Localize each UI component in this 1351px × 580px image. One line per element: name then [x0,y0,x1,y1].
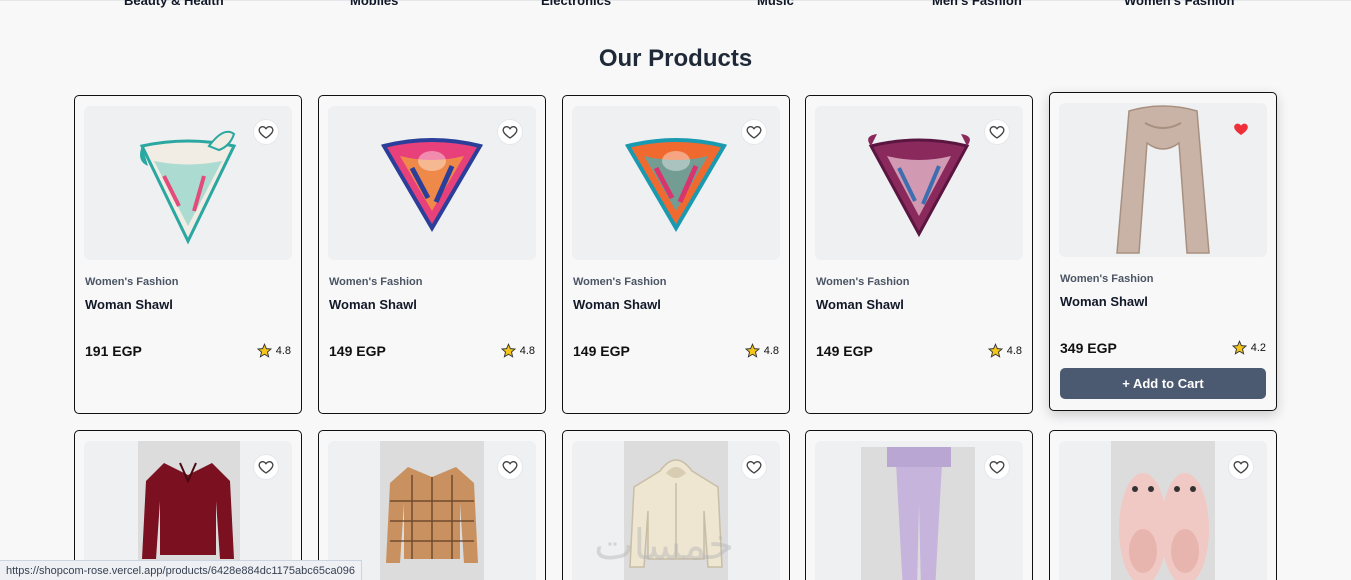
star-icon [1231,340,1247,355]
heart-outline-icon [1233,460,1249,474]
product-image[interactable] [84,106,292,260]
product-title[interactable]: Woman Shawl [1060,294,1148,309]
product-card[interactable]: Women's Fashion Woman Shawl 149 EGP 4.8 [805,95,1033,414]
product-price: 191 EGP [85,343,142,359]
product-card[interactable]: Women's Fashion Woman Shawl 191 EGP 4.8 [74,95,302,414]
favorite-button[interactable] [1229,117,1253,141]
product-price: 349 EGP [1060,340,1117,356]
favorite-button[interactable] [742,455,766,479]
category-link-womens-fashion[interactable]: Women's Fashion [1124,0,1234,8]
product-card[interactable]: Women's Fashion Woman Shawl 349 EGP 4.2 … [1049,92,1277,411]
rating-value: 4.8 [763,344,779,357]
heart-outline-icon [258,125,274,139]
product-card[interactable]: Women's Fashion Woman Shawl 149 EGP 4.8 [562,95,790,414]
product-title[interactable]: Woman Shawl [573,297,661,312]
category-link-mens-fashion[interactable]: Men's Fashion [932,0,1022,8]
product-rating: 4.8 [744,343,779,358]
product-title[interactable]: Woman Shawl [816,297,904,312]
favorite-button[interactable] [985,120,1009,144]
product-image[interactable] [815,106,1023,260]
heart-outline-icon [258,460,274,474]
rating-value: 4.8 [519,344,535,357]
product-image[interactable] [572,106,780,260]
product-rating: 4.2 [1231,340,1266,355]
star-icon [500,343,516,358]
product-category: Women's Fashion [85,276,179,288]
star-icon [987,343,1003,358]
product-image[interactable] [1059,441,1267,580]
rating-value: 4.8 [275,344,291,357]
product-category: Women's Fashion [573,276,667,288]
heart-filled-icon [1234,123,1248,135]
product-card[interactable] [1049,430,1277,580]
product-rating: 4.8 [256,343,291,358]
heart-outline-icon [989,460,1005,474]
favorite-button[interactable] [254,120,278,144]
star-icon [256,343,272,358]
favorite-button[interactable] [742,120,766,144]
product-image[interactable] [328,106,536,260]
heart-outline-icon [746,125,762,139]
favorite-button[interactable] [498,455,522,479]
rating-value: 4.2 [1250,341,1266,354]
status-url: https://shopcom-rose.vercel.app/products… [6,564,355,577]
product-card[interactable] [805,430,1033,580]
add-to-cart-button[interactable]: + Add to Cart [1060,368,1266,399]
category-link-music[interactable]: Music [757,0,794,8]
product-title[interactable]: Woman Shawl [329,297,417,312]
rating-value: 4.8 [1006,344,1022,357]
product-price: 149 EGP [816,343,873,359]
product-card[interactable] [318,430,546,580]
favorite-button[interactable] [1229,455,1253,479]
product-price: 149 EGP [329,343,386,359]
heart-outline-icon [502,460,518,474]
product-card[interactable]: Women's Fashion Woman Shawl 149 EGP 4.8 [318,95,546,414]
heart-outline-icon [746,460,762,474]
heart-outline-icon [502,125,518,139]
browser-status-bar: https://shopcom-rose.vercel.app/products… [0,560,362,580]
product-image[interactable] [1059,103,1267,257]
product-category: Women's Fashion [816,276,910,288]
favorite-button[interactable] [498,120,522,144]
section-title: Our Products [598,45,753,72]
category-link-electronics[interactable]: Electronics [541,0,611,8]
product-rating: 4.8 [500,343,535,358]
product-category: Women's Fashion [329,276,423,288]
product-card[interactable] [74,430,302,580]
watermark-text: خمسات [594,520,735,569]
favorite-button[interactable] [254,455,278,479]
product-rating: 4.8 [987,343,1022,358]
product-category: Women's Fashion [1060,273,1154,285]
product-title[interactable]: Woman Shawl [85,297,173,312]
category-link-beauty[interactable]: Beauty & Health [124,0,224,8]
product-price: 149 EGP [573,343,630,359]
category-link-mobiles[interactable]: Mobiles [350,0,398,8]
favorite-button[interactable] [985,455,1009,479]
category-nav: Beauty & Health Mobiles Electronics Musi… [0,0,1351,8]
heart-outline-icon [989,125,1005,139]
star-icon [744,343,760,358]
product-image[interactable] [815,441,1023,580]
